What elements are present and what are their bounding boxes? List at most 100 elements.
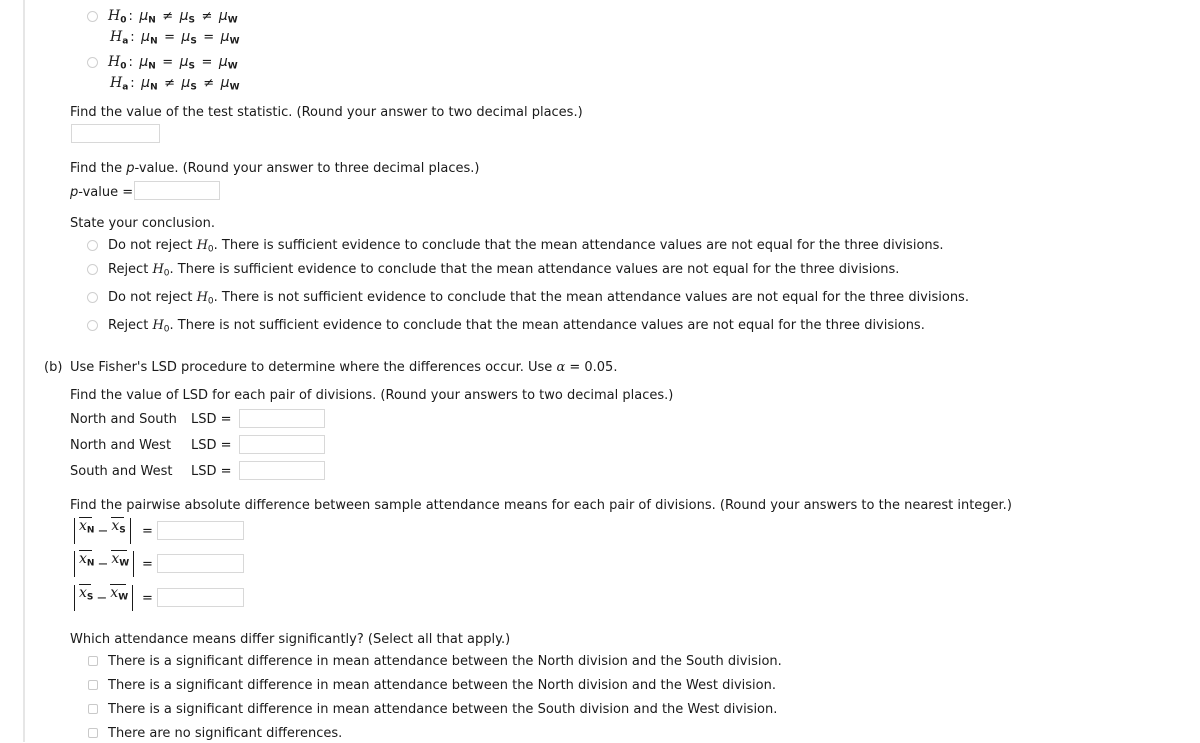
conclusion-option-3-radio[interactable] <box>87 292 98 307</box>
conclusion-option-1-radio[interactable] <box>87 240 98 255</box>
lsd-row-3-input[interactable] <box>239 461 325 480</box>
p-value-prompt-after: -value. (Round your answer to three deci… <box>134 161 480 176</box>
conclusion-option-3-lead: Do not reject <box>108 290 197 305</box>
abs-bar-right <box>132 585 134 611</box>
abs-bar-left <box>74 551 75 577</box>
hypothesis-option-2-radio[interactable] <box>87 57 98 72</box>
relation-1: = <box>164 30 175 45</box>
part-b-intro-before: Use Fisher's LSD procedure to determine … <box>70 360 557 375</box>
conclusion-prompt: State your conclusion. <box>70 216 215 231</box>
xbar-b: xS <box>111 517 126 536</box>
conclusion-option-1-rest: . There is sufficient evidence to conclu… <box>213 238 944 253</box>
xbar-b: xW <box>110 584 129 603</box>
relation-2: = <box>201 55 213 70</box>
lsd-row-2-label: LSD = <box>191 438 232 453</box>
minus-sign: − <box>97 523 109 539</box>
diff-row-2-equals: = <box>142 557 153 572</box>
significance-option-3-label: There is a significant difference in mea… <box>108 702 778 717</box>
significance-option-3-checkbox[interactable] <box>88 703 98 718</box>
conclusion-option-3-rest: . There is not sufficient evidence to co… <box>213 290 969 305</box>
hypothesis-option-2-ha: Ha: μN ≠ μS ≠ μW <box>110 75 240 93</box>
lsd-prompt: Find the value of LSD for each pair of d… <box>70 388 674 403</box>
xbar-a: xN <box>79 517 95 536</box>
lsd-row-1-input[interactable] <box>239 409 325 428</box>
p-value-label-after: -value = <box>78 185 134 200</box>
radio-icon[interactable] <box>87 264 98 275</box>
conclusion-option-2-lead: Reject <box>108 262 153 277</box>
significance-option-4-checkbox[interactable] <box>88 727 98 742</box>
mu-sub-s: S <box>188 61 196 72</box>
significance-option-1-checkbox[interactable] <box>88 655 98 670</box>
mu-sub-s: S <box>190 82 197 93</box>
mu-sub-w: W <box>229 82 240 93</box>
checkbox-icon[interactable] <box>88 728 98 738</box>
relation-1: = <box>162 55 174 70</box>
left-margin-rule <box>23 0 25 742</box>
significance-option-2-checkbox[interactable] <box>88 679 98 694</box>
radio-icon[interactable] <box>87 57 98 68</box>
lsd-row-2-input[interactable] <box>239 435 325 454</box>
alpha-symbol: α <box>556 360 566 375</box>
diff-row-3-equals: = <box>142 591 153 606</box>
xbar-b-subscript: W <box>118 592 129 603</box>
xbar-a-subscript: N <box>86 558 95 569</box>
checkbox-icon[interactable] <box>88 704 98 714</box>
test-statistic-input[interactable] <box>71 124 160 143</box>
p-value-prompt: Find the p-value. (Round your answer to … <box>70 160 479 178</box>
conclusion-option-2-radio[interactable] <box>87 264 98 279</box>
p-value-input[interactable] <box>134 181 220 200</box>
p-value-prompt-before: Find the <box>70 161 127 176</box>
mu-sub-w: W <box>229 36 240 47</box>
hypothesis-option-1-radio[interactable] <box>87 11 98 26</box>
significance-option-2-label: There is a significant difference in mea… <box>108 678 776 693</box>
checkbox-icon[interactable] <box>88 680 98 690</box>
diff-row-1-expression: xN − xS <box>70 517 135 544</box>
hypothesis-option-2-h0: H0: μN = μS = μW <box>108 54 238 72</box>
radio-icon[interactable] <box>87 320 98 331</box>
diff-row-1-input[interactable] <box>157 521 244 540</box>
abs-bar-right <box>129 518 131 544</box>
mu-sub-n: N <box>150 82 158 93</box>
lsd-row-1-pair: North and South <box>70 412 177 427</box>
radio-icon[interactable] <box>87 11 98 22</box>
xbar-b-subscript: S <box>119 525 126 536</box>
radio-icon[interactable] <box>87 292 98 303</box>
conclusion-option-2-rest: . There is sufficient evidence to conclu… <box>169 262 900 277</box>
abs-bar-left <box>74 518 75 544</box>
abs-bar-right <box>133 551 135 577</box>
part-b-intro: Use Fisher's LSD procedure to determine … <box>70 359 617 377</box>
test-statistic-prompt: Find the value of the test statistic. (R… <box>70 105 583 120</box>
diff-row-3-input[interactable] <box>157 588 244 607</box>
hypothesis-option-1-h0: H0: μN ≠ μS ≠ μW <box>108 8 238 26</box>
lsd-row-1-label: LSD = <box>191 412 232 427</box>
relation-2: ≠ <box>201 9 213 24</box>
mu-sub-s: S <box>188 15 196 26</box>
abs-bar-left <box>74 585 75 611</box>
xbar-b: xW <box>111 550 130 569</box>
p-value-label: p-value = <box>70 184 133 202</box>
part-b-intro-after: = 0.05. <box>565 360 618 375</box>
p-value-prompt-italic: p <box>126 161 135 176</box>
xbar-a-subscript: N <box>86 525 95 536</box>
radio-icon[interactable] <box>87 240 98 251</box>
conclusion-option-1-lead: Do not reject <box>108 238 197 253</box>
diff-row-3-expression: xS − xW <box>70 584 137 611</box>
conclusion-option-1-label: Do not reject H0. There is sufficient ev… <box>108 238 944 255</box>
relation-1: ≠ <box>162 9 174 24</box>
conclusion-option-2-label: Reject H0. There is sufficient evidence … <box>108 262 900 279</box>
select-all-prompt: Which attendance means differ significan… <box>70 632 511 647</box>
mu-sub-s: S <box>190 36 197 47</box>
conclusion-option-4-rest: . There is not sufficient evidence to co… <box>169 318 925 333</box>
significance-option-1-label: There is a significant difference in mea… <box>108 654 782 669</box>
hypothesis-option-1-ha: Ha: μN = μS = μW <box>110 29 240 47</box>
xbar-a-subscript: S <box>86 592 94 603</box>
mu-sub-n: N <box>148 15 156 26</box>
conclusion-option-4-radio[interactable] <box>87 320 98 335</box>
checkbox-icon[interactable] <box>88 656 98 666</box>
part-b-marker: (b) <box>44 360 63 375</box>
lsd-row-3-label: LSD = <box>191 464 232 479</box>
diff-row-1-equals: = <box>142 524 153 539</box>
xbar-a: xS <box>79 584 94 603</box>
conclusion-option-3-label: Do not reject H0. There is not sufficien… <box>108 290 969 307</box>
diff-row-2-input[interactable] <box>157 554 244 573</box>
